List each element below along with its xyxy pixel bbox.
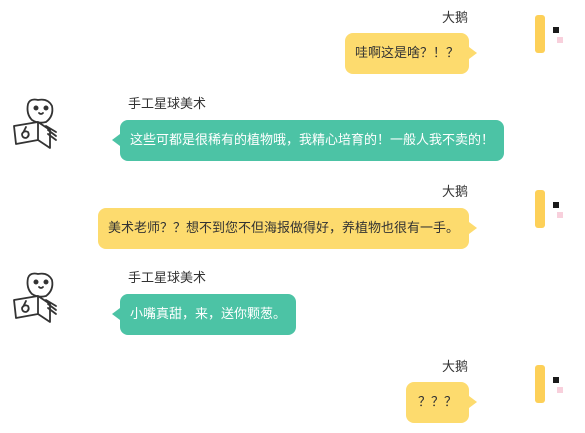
sender-name: 大鹅 — [441, 11, 468, 26]
message-row: 大鹅 美术老师？？想不到您不但海报做得好，养植物也很有一手。 — [0, 176, 585, 256]
bubble-tail — [112, 134, 120, 146]
other-avatar-icon[interactable] — [8, 270, 60, 326]
self-avatar-icon[interactable] — [533, 190, 573, 230]
message-row: 手工星球美术 小嘴真甜，来，送你颗葱。 — [0, 262, 585, 342]
message-bubble[interactable]: ？？？ — [405, 382, 469, 423]
self-avatar-icon[interactable] — [533, 365, 573, 405]
message-bubble[interactable]: 美术老师？？想不到您不但海报做得好，养植物也很有一手。 — [97, 208, 469, 249]
message-bubble[interactable]: 哇啊这是啥？！？ — [344, 33, 469, 74]
message-bubble[interactable]: 这些可都是很稀有的植物哦，我精心培育的！一般人我不卖的！ — [120, 120, 505, 161]
bubble-tail — [112, 308, 120, 320]
sender-name: 手工星球美术 — [128, 97, 207, 112]
other-avatar-icon[interactable] — [8, 96, 60, 152]
message-bubble[interactable]: 小嘴真甜，来，送你颗葱。 — [120, 294, 297, 335]
sender-name: 手工星球美术 — [128, 271, 207, 286]
bubble-tail — [469, 396, 477, 408]
message-row: 大鹅 哇啊这是啥？！？ — [0, 0, 585, 80]
message-row: 大鹅 ？？？ — [0, 350, 585, 433]
sender-name: 大鹅 — [441, 360, 468, 375]
bubble-tail — [469, 47, 477, 59]
bubble-tail — [469, 222, 477, 234]
self-avatar-icon[interactable] — [533, 15, 573, 55]
sender-name: 大鹅 — [441, 185, 468, 200]
message-row: 手工星球美术 这些可都是很稀有的植物哦，我精心培育的！一般人我不卖的！ — [0, 88, 585, 168]
